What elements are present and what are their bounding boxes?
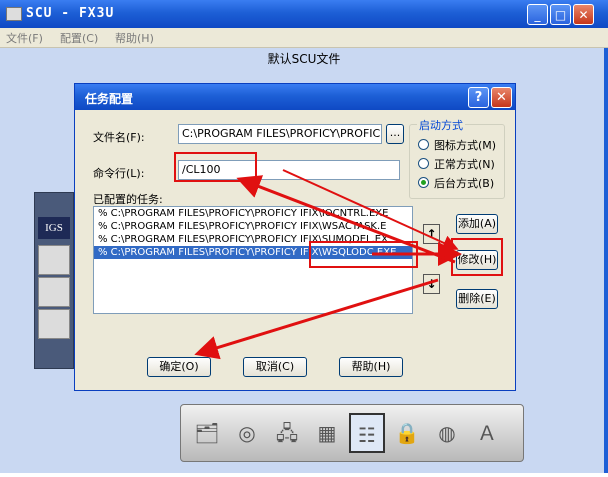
tool-button[interactable]: ◍ [429, 413, 465, 453]
globe-icon: ◍ [438, 421, 456, 445]
task-list-item[interactable]: % C:\PROGRAM FILES\PROFICY\PROFICY IFIX\… [94, 207, 412, 220]
dialog-close-button[interactable]: ✕ [491, 87, 512, 108]
move-up-button[interactable]: ↑ [423, 224, 440, 244]
task-config-dialog: 任务配置 ? ✕ 文件名(F): C:\PROGRAM FILES\PROFIC… [74, 83, 516, 391]
add-button[interactable]: 添加(A) [456, 214, 498, 234]
minimize-button[interactable]: _ [527, 4, 548, 25]
folder-tree-icon: 🗂 [194, 421, 220, 445]
task-list-item[interactable]: % C:\PROGRAM FILES\PROFICY\PROFICY IFIX\… [94, 233, 412, 246]
radio-icon-label: 图标方式(M) [434, 139, 497, 152]
radio-background-mode[interactable] [418, 177, 429, 188]
dialog-titlebar: 任务配置 ? ✕ [75, 84, 515, 110]
tool-button[interactable]: 🖧 [269, 413, 305, 453]
filename-input[interactable]: C:\PROGRAM FILES\PROFICY\PROFIC [178, 124, 382, 144]
up-arrow-icon: ↑ [426, 227, 437, 241]
cancel-button[interactable]: 取消(C) [243, 357, 307, 377]
command-input[interactable]: /CL100 [178, 160, 400, 180]
move-down-button[interactable]: ↓ [423, 274, 440, 294]
configured-tasks-label: 已配置的任务: [93, 193, 163, 206]
task-list-item[interactable]: % C:\PROGRAM FILES\PROFICY\PROFICY IFIX\… [94, 220, 412, 233]
task-config-tool-button[interactable]: ☷ [349, 413, 385, 453]
filename-label: 文件名(F): [93, 131, 145, 144]
menu-config[interactable]: 配置(C) [60, 30, 98, 46]
modify-button[interactable]: 修改(H) [456, 250, 498, 270]
help-button[interactable]: 帮助(H) [339, 357, 403, 377]
ok-button[interactable]: 确定(O) [147, 357, 211, 377]
client-title: 默认SCU文件 [267, 52, 341, 66]
tool-button[interactable]: 🔒 [389, 413, 425, 453]
dialog-title: 任务配置 [85, 92, 134, 106]
maximize-button[interactable]: □ [550, 4, 571, 25]
menubar: 文件(F) 配置(C) 帮助(H) [0, 28, 608, 48]
startup-mode-title: 启动方式 [417, 117, 465, 133]
device-slot [38, 245, 70, 275]
radio-normal-label: 正常方式(N) [434, 158, 495, 171]
language-icon: Ａ [477, 421, 497, 445]
delete-button[interactable]: 删除(E) [456, 289, 498, 309]
browse-button[interactable]: ... [386, 124, 404, 144]
down-arrow-icon: ↓ [426, 277, 437, 291]
tool-button[interactable]: 🗂 [189, 413, 225, 453]
menu-help[interactable]: 帮助(H) [115, 30, 154, 46]
device-label: IGS [38, 217, 70, 239]
plc-device: IGS [34, 192, 74, 369]
task-list-item[interactable]: % C:\PROGRAM FILES\PROFICY\PROFICY IFIX\… [94, 246, 412, 259]
device-slot [38, 277, 70, 307]
tool-button[interactable]: Ａ [469, 413, 505, 453]
bottom-toolbar: 🗂 ◎ 🖧 ▦ ☷ 🔒 ◍ Ａ [180, 404, 524, 462]
server-icon: ▦ [317, 421, 337, 445]
dialog-help-button[interactable]: ? [468, 87, 489, 108]
close-button[interactable]: ✕ [573, 4, 594, 25]
app-icon [6, 7, 22, 21]
menu-file[interactable]: 文件(F) [6, 30, 43, 46]
nodes-icon: ◎ [238, 421, 256, 445]
window-titlebar: SCU - FX3U _ □ ✕ [0, 0, 608, 28]
lock-icon: 🔒 [394, 421, 420, 445]
task-list[interactable]: % C:\PROGRAM FILES\PROFICY\PROFICY IFIX\… [93, 206, 413, 314]
task-list-icon: ☷ [358, 423, 376, 447]
tool-button[interactable]: ▦ [309, 413, 345, 453]
radio-icon-mode[interactable] [418, 139, 429, 150]
radio-normal-mode[interactable] [418, 158, 429, 169]
command-label: 命令行(L): [93, 167, 145, 180]
tool-button[interactable]: ◎ [229, 413, 265, 453]
device-slot [38, 309, 70, 339]
radio-background-label: 后台方式(B) [434, 177, 495, 190]
window-title: SCU - FX3U [26, 6, 115, 21]
network-icon: 🖧 [275, 421, 299, 445]
